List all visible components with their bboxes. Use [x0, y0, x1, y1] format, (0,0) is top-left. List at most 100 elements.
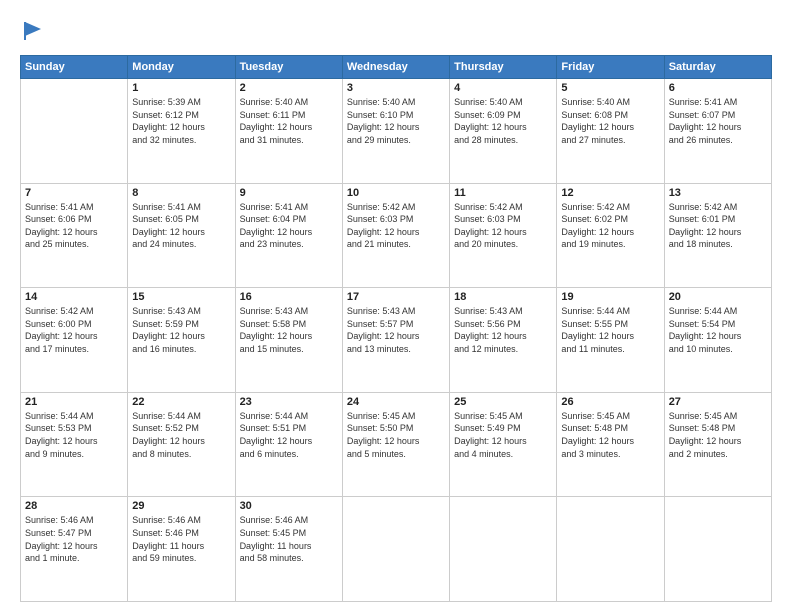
week-row-1: 1 Sunrise: 5:39 AM Sunset: 6:12 PM Daylig…: [21, 79, 772, 184]
page: SundayMondayTuesdayWednesdayThursdayFrid…: [0, 0, 792, 612]
calendar-cell: 29Sunrise: 5:46 AM Sunset: 5:46 PM Dayli…: [128, 497, 235, 602]
calendar-cell: 8 Sunrise: 5:41 AM Sunset: 6:05 PM Daylig…: [128, 183, 235, 288]
day-number: 7: [25, 187, 123, 199]
calendar-cell: 3 Sunrise: 5:40 AM Sunset: 6:10 PM Daylig…: [342, 79, 449, 184]
calendar-cell: 19 Sunrise: 5:44 AM Sunset: 5:55 PM Dayli…: [557, 288, 664, 393]
calendar-cell: 10 Sunrise: 5:42 AM Sunset: 6:03 PM Dayli…: [342, 183, 449, 288]
calendar-cell: 12 Sunrise: 5:42 AM Sunset: 6:02 PM Dayli…: [557, 183, 664, 288]
calendar-cell: 30Sunrise: 5:46 AM Sunset: 5:45 PM Dayli…: [235, 497, 342, 602]
calendar-cell: 14Sunrise: 5:42 AM Sunset: 6:00 PM Dayli…: [21, 288, 128, 393]
calendar-cell: 25Sunrise: 5:45 AM Sunset: 5:49 PM Dayli…: [450, 392, 557, 497]
calendar-cell: 27 Sunrise: 5:45 AM Sunset: 5:48 PM Dayli…: [664, 392, 771, 497]
weekday-header-row: SundayMondayTuesdayWednesdayThursdayFrid…: [21, 56, 772, 79]
day-info: Sunrise: 5:40 AM Sunset: 6:11 PM Dayligh…: [240, 96, 338, 146]
day-info: Sunrise: 5:41 AM Sunset: 6:05 PM Dayligh…: [132, 201, 230, 251]
logo-general-text: [20, 20, 44, 47]
day-info: Sunrise: 5:44 AM Sunset: 5:53 PM Dayligh…: [25, 410, 123, 460]
day-number: 16: [240, 291, 338, 303]
calendar-cell: [450, 497, 557, 602]
day-info: Sunrise: 5:43 AM Sunset: 5:59 PM Dayligh…: [132, 305, 230, 355]
day-number: 9: [240, 187, 338, 199]
day-number: 11: [454, 187, 552, 199]
calendar-cell: 11 Sunrise: 5:42 AM Sunset: 6:03 PM Dayli…: [450, 183, 557, 288]
day-info: Sunrise: 5:41 AM Sunset: 6:07 PM Dayligh…: [669, 96, 767, 146]
day-info: Sunrise: 5:45 AM Sunset: 5:48 PM Dayligh…: [669, 410, 767, 460]
calendar-cell: [557, 497, 664, 602]
day-number: 5: [561, 82, 659, 94]
day-info: Sunrise: 5:44 AM Sunset: 5:54 PM Dayligh…: [669, 305, 767, 355]
day-info: Sunrise: 5:45 AM Sunset: 5:50 PM Dayligh…: [347, 410, 445, 460]
calendar-cell: 1 Sunrise: 5:39 AM Sunset: 6:12 PM Daylig…: [128, 79, 235, 184]
calendar-cell: 13 Sunrise: 5:42 AM Sunset: 6:01 PM Dayli…: [664, 183, 771, 288]
day-number: 3: [347, 82, 445, 94]
weekday-monday: Monday: [128, 56, 235, 79]
calendar-cell: 15 Sunrise: 5:43 AM Sunset: 5:59 PM Dayli…: [128, 288, 235, 393]
day-number: 8: [132, 187, 230, 199]
calendar-cell: 5Sunrise: 5:40 AM Sunset: 6:08 PM Daylig…: [557, 79, 664, 184]
day-number: 27: [669, 396, 767, 408]
day-info: Sunrise: 5:45 AM Sunset: 5:48 PM Dayligh…: [561, 410, 659, 460]
day-number: 29: [132, 500, 230, 512]
day-number: 1: [132, 82, 230, 94]
calendar-cell: 16Sunrise: 5:43 AM Sunset: 5:58 PM Dayli…: [235, 288, 342, 393]
calendar-cell: 4Sunrise: 5:40 AM Sunset: 6:09 PM Daylig…: [450, 79, 557, 184]
week-row-2: 7 Sunrise: 5:41 AM Sunset: 6:06 PM Daylig…: [21, 183, 772, 288]
day-info: Sunrise: 5:39 AM Sunset: 6:12 PM Dayligh…: [132, 96, 230, 146]
day-number: 19: [561, 291, 659, 303]
day-number: 28: [25, 500, 123, 512]
day-info: Sunrise: 5:43 AM Sunset: 5:57 PM Dayligh…: [347, 305, 445, 355]
day-info: Sunrise: 5:41 AM Sunset: 6:06 PM Dayligh…: [25, 201, 123, 251]
calendar-cell: 23 Sunrise: 5:44 AM Sunset: 5:51 PM Dayli…: [235, 392, 342, 497]
day-number: 15: [132, 291, 230, 303]
day-info: Sunrise: 5:45 AM Sunset: 5:49 PM Dayligh…: [454, 410, 552, 460]
day-info: Sunrise: 5:42 AM Sunset: 6:03 PM Dayligh…: [347, 201, 445, 251]
day-info: Sunrise: 5:40 AM Sunset: 6:10 PM Dayligh…: [347, 96, 445, 146]
calendar-table: SundayMondayTuesdayWednesdayThursdayFrid…: [20, 55, 772, 602]
day-number: 22: [132, 396, 230, 408]
day-number: 26: [561, 396, 659, 408]
day-info: Sunrise: 5:46 AM Sunset: 5:47 PM Dayligh…: [25, 514, 123, 564]
week-row-4: 21 Sunrise: 5:44 AM Sunset: 5:53 PM Dayli…: [21, 392, 772, 497]
calendar-cell: 28 Sunrise: 5:46 AM Sunset: 5:47 PM Dayli…: [21, 497, 128, 602]
calendar-cell: 9 Sunrise: 5:41 AM Sunset: 6:04 PM Daylig…: [235, 183, 342, 288]
calendar-cell: 2Sunrise: 5:40 AM Sunset: 6:11 PM Daylig…: [235, 79, 342, 184]
calendar-cell: 18 Sunrise: 5:43 AM Sunset: 5:56 PM Dayli…: [450, 288, 557, 393]
day-number: 30: [240, 500, 338, 512]
day-info: Sunrise: 5:44 AM Sunset: 5:52 PM Dayligh…: [132, 410, 230, 460]
day-number: 17: [347, 291, 445, 303]
day-number: 24: [347, 396, 445, 408]
calendar-cell: 7 Sunrise: 5:41 AM Sunset: 6:06 PM Daylig…: [21, 183, 128, 288]
day-info: Sunrise: 5:43 AM Sunset: 5:56 PM Dayligh…: [454, 305, 552, 355]
calendar-cell: [664, 497, 771, 602]
day-info: Sunrise: 5:42 AM Sunset: 6:03 PM Dayligh…: [454, 201, 552, 251]
day-number: 23: [240, 396, 338, 408]
day-info: Sunrise: 5:44 AM Sunset: 5:55 PM Dayligh…: [561, 305, 659, 355]
day-info: Sunrise: 5:41 AM Sunset: 6:04 PM Dayligh…: [240, 201, 338, 251]
day-number: 10: [347, 187, 445, 199]
calendar-cell: 24 Sunrise: 5:45 AM Sunset: 5:50 PM Dayli…: [342, 392, 449, 497]
day-number: 13: [669, 187, 767, 199]
weekday-wednesday: Wednesday: [342, 56, 449, 79]
day-info: Sunrise: 5:42 AM Sunset: 6:00 PM Dayligh…: [25, 305, 123, 355]
calendar-cell: 20Sunrise: 5:44 AM Sunset: 5:54 PM Dayli…: [664, 288, 771, 393]
day-number: 6: [669, 82, 767, 94]
day-info: Sunrise: 5:42 AM Sunset: 6:01 PM Dayligh…: [669, 201, 767, 251]
week-row-5: 28 Sunrise: 5:46 AM Sunset: 5:47 PM Dayli…: [21, 497, 772, 602]
weekday-tuesday: Tuesday: [235, 56, 342, 79]
weekday-saturday: Saturday: [664, 56, 771, 79]
calendar-cell: 22 Sunrise: 5:44 AM Sunset: 5:52 PM Dayli…: [128, 392, 235, 497]
weekday-friday: Friday: [557, 56, 664, 79]
week-row-3: 14Sunrise: 5:42 AM Sunset: 6:00 PM Dayli…: [21, 288, 772, 393]
calendar-cell: 6 Sunrise: 5:41 AM Sunset: 6:07 PM Daylig…: [664, 79, 771, 184]
calendar-cell: 21 Sunrise: 5:44 AM Sunset: 5:53 PM Dayli…: [21, 392, 128, 497]
logo-flag-icon: [22, 20, 44, 42]
calendar-cell: 26 Sunrise: 5:45 AM Sunset: 5:48 PM Dayli…: [557, 392, 664, 497]
weekday-sunday: Sunday: [21, 56, 128, 79]
calendar-cell: [342, 497, 449, 602]
day-info: Sunrise: 5:44 AM Sunset: 5:51 PM Dayligh…: [240, 410, 338, 460]
day-info: Sunrise: 5:42 AM Sunset: 6:02 PM Dayligh…: [561, 201, 659, 251]
day-number: 18: [454, 291, 552, 303]
day-number: 21: [25, 396, 123, 408]
day-number: 12: [561, 187, 659, 199]
logo: [20, 20, 44, 47]
